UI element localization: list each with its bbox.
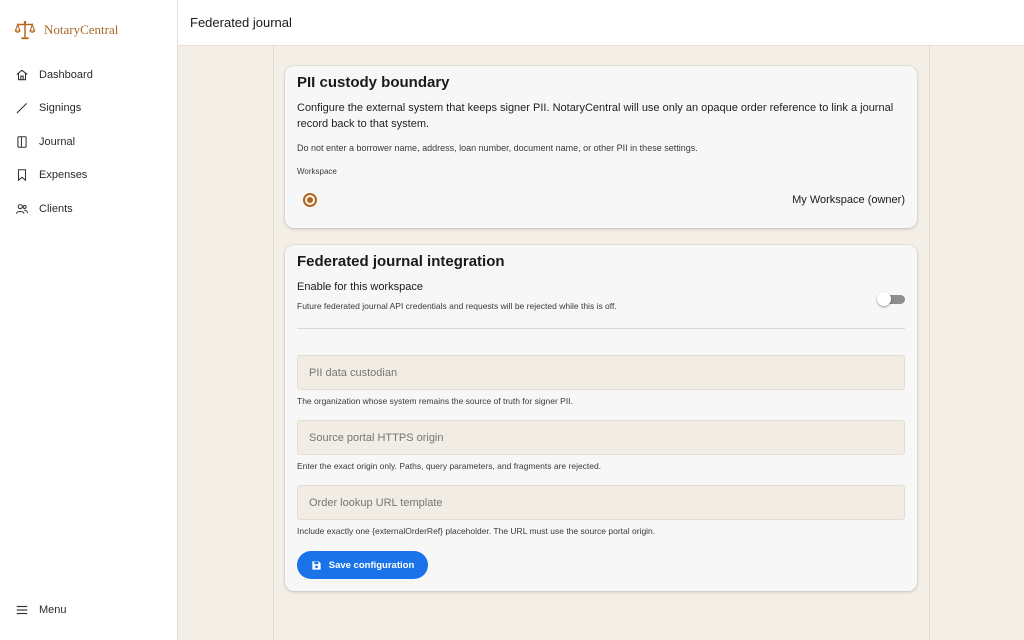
source-origin-input[interactable] [297,420,905,455]
workspace-option-label: My Workspace (owner) [792,194,905,206]
toggle-help: Future federated journal API credentials… [297,301,617,311]
card-title: PII custody boundary [297,74,450,91]
sidebar-nav: Dashboard Signings Journal Expenses Clie… [0,58,178,226]
sidebar-item-label: Signings [39,102,82,115]
sidebar-item-clients[interactable]: Clients [0,192,178,226]
scales-logo-icon [14,20,36,40]
toggle-label: Enable for this workspace [297,281,423,293]
workspace-radio[interactable] [303,193,317,207]
order-lookup-template-input[interactable] [297,485,905,520]
card-title: Federated journal integration [297,253,505,270]
menu-button[interactable]: Menu [15,603,67,617]
pii-custodian-input[interactable] [297,355,905,390]
federated-integration-card: Federated journal integration Enable for… [285,245,917,591]
order-lookup-template-help: Include exactly one {externalOrderRef} p… [297,526,656,536]
pen-icon [16,103,28,114]
bookmark-icon [17,169,27,182]
top-bar: Federated journal [178,0,1024,46]
sidebar-item-signings[interactable]: Signings [0,92,178,126]
workspace-option[interactable]: My Workspace (owner) [297,190,905,210]
pii-custody-card: PII custody boundary Configure the exter… [285,66,917,228]
enable-toggle[interactable] [877,292,905,306]
save-icon [312,560,321,570]
workspace-label: Workspace [297,167,337,176]
save-configuration-button[interactable]: Save configuration [297,551,428,579]
pii-custodian-help: The organization whose system remains th… [297,396,573,406]
pii-warning: Do not enter a borrower name, address, l… [297,143,698,153]
menu-label: Menu [39,604,67,616]
save-label: Save configuration [328,559,415,571]
sidebar-item-journal[interactable]: Journal [0,125,178,159]
sidebar-item-dashboard[interactable]: Dashboard [0,58,178,92]
sidebar: NotaryCentral Dashboard Signings Journal… [0,0,178,640]
sidebar-item-label: Dashboard [39,68,93,81]
source-origin-help: Enter the exact origin only. Paths, quer… [297,461,602,471]
home-icon [16,69,28,80]
sidebar-item-label: Expenses [39,169,88,182]
book-icon [17,135,27,148]
radio-selected-dot [307,197,313,203]
sidebar-item-label: Journal [39,135,76,148]
divider [297,328,905,329]
sidebar-item-expenses[interactable]: Expenses [0,159,178,193]
brand[interactable]: NotaryCentral [14,18,118,42]
page-title: Federated journal [190,15,292,30]
sidebar-item-label: Clients [39,202,73,215]
toggle-thumb [877,292,891,306]
people-icon [15,203,29,214]
hamburger-icon [16,605,28,615]
custody-description: Configure the external system that keeps… [297,102,894,130]
brand-name: NotaryCentral [44,22,119,37]
